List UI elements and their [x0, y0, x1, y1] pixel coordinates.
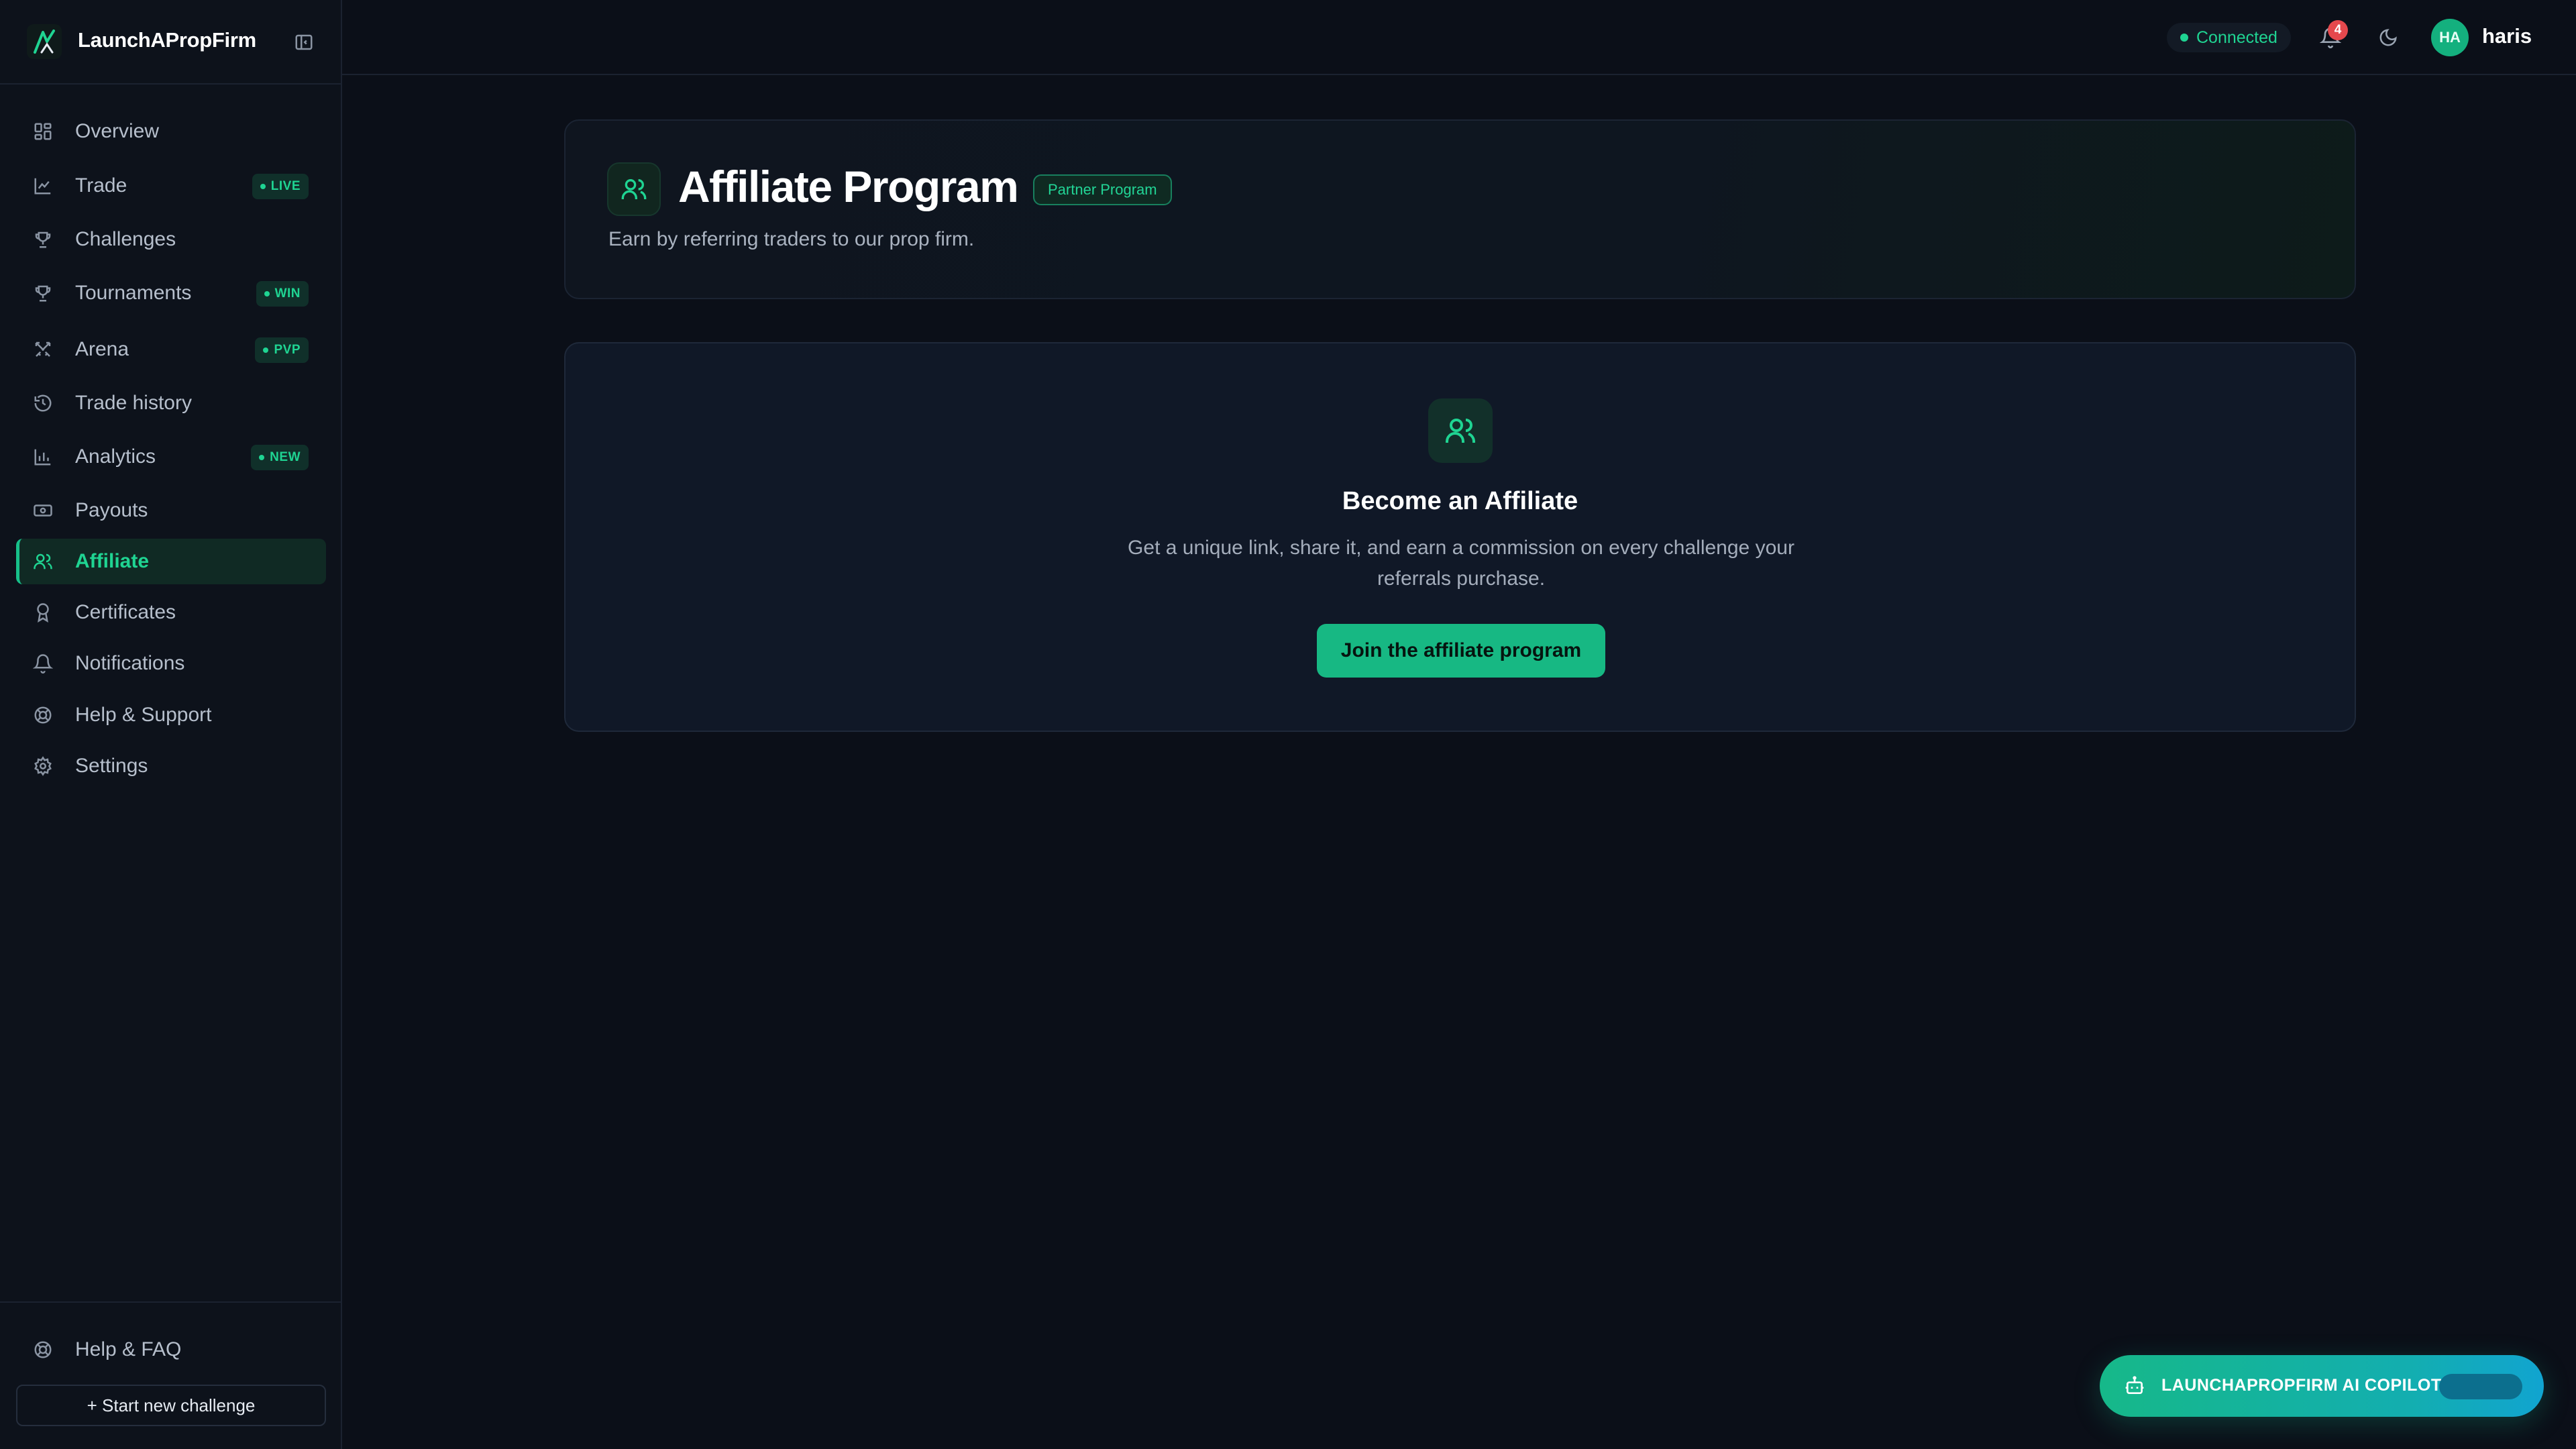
- sidebar-item-label: Analytics: [75, 445, 156, 468]
- sidebar-divider: [0, 1301, 342, 1303]
- award-icon: [32, 602, 54, 623]
- status-dot-icon: [2180, 34, 2188, 42]
- swords-icon: [32, 339, 54, 360]
- username[interactable]: haris: [2482, 24, 2532, 48]
- gear-icon: [32, 755, 54, 777]
- sidebar-item-label: Trade history: [75, 392, 192, 414]
- ai-copilot-label: LAUNCHAPROPFIRM AI COPILOT: [2161, 1376, 2442, 1395]
- sidebar-item-trade-history[interactable]: Trade history: [16, 380, 326, 426]
- connection-status-label: Connected: [2196, 28, 2277, 47]
- trophy-icon: [32, 282, 54, 304]
- history-icon: [32, 392, 54, 414]
- users-icon: [1428, 398, 1493, 463]
- sidebar-item-label: Certificates: [75, 601, 176, 623]
- users-icon: [607, 162, 661, 216]
- live-badge: LIVE: [252, 174, 309, 199]
- brand-name: LaunchAPropFirm: [78, 28, 256, 52]
- lifebuoy-icon: [32, 704, 54, 726]
- new-badge: NEW: [251, 445, 309, 470]
- sidebar-item-help-faq[interactable]: Help & FAQ: [16, 1327, 326, 1373]
- connection-status: Connected: [2167, 23, 2291, 52]
- sidebar-item-label: Challenges: [75, 228, 176, 250]
- app-root: LaunchAPropFirm Overview Trade LIVE Chal…: [0, 0, 2576, 1449]
- sidebar-item-label: Payouts: [75, 499, 148, 521]
- sidebar: LaunchAPropFirm Overview Trade LIVE Chal…: [0, 0, 342, 1449]
- sidebar-item-affiliate[interactable]: Affiliate: [16, 539, 326, 584]
- sidebar-item-analytics[interactable]: Analytics NEW: [16, 434, 326, 480]
- sidebar-item-label: Overview: [75, 120, 160, 142]
- sidebar-item-label: Settings: [75, 755, 148, 777]
- pvp-badge: PVP: [255, 337, 309, 363]
- brand-header: LaunchAPropFirm: [0, 0, 342, 85]
- trophy-icon: [32, 229, 54, 250]
- ai-copilot-button[interactable]: LAUNCHAPROPFIRM AI COPILOT: [2100, 1355, 2544, 1417]
- page-subtitle: Earn by referring traders to our prop fi…: [608, 228, 975, 250]
- partner-program-badge: Partner Program: [1033, 174, 1172, 205]
- sidebar-item-settings[interactable]: Settings: [16, 743, 326, 789]
- users-icon: [32, 551, 54, 572]
- sidebar-item-label: Help & FAQ: [75, 1338, 182, 1360]
- sidebar-item-label: Affiliate: [75, 550, 150, 572]
- sidebar-item-challenges[interactable]: Challenges: [16, 217, 326, 262]
- win-badge: WIN: [256, 281, 309, 307]
- sidebar-item-label: Help & Support: [75, 704, 212, 726]
- sidebar-item-label: Notifications: [75, 652, 185, 674]
- bar-chart-icon: [32, 446, 54, 468]
- banknote-icon: [32, 500, 54, 521]
- sidebar-item-tournaments[interactable]: Tournaments WIN: [16, 270, 326, 316]
- bell-icon: [32, 653, 54, 674]
- grid-icon: [32, 121, 54, 142]
- sidebar-item-help-support[interactable]: Help & Support: [16, 692, 326, 738]
- become-affiliate-title: Become an Affiliate: [1342, 487, 1578, 515]
- page-title: Affiliate Program: [678, 162, 1019, 211]
- become-affiliate-card: Become an Affiliate Get a unique link, s…: [564, 342, 2356, 732]
- notification-count-badge: 4: [2328, 20, 2348, 40]
- sidebar-item-notifications[interactable]: Notifications: [16, 641, 326, 686]
- brand-logo-icon[interactable]: [27, 24, 62, 59]
- theme-toggle-moon-icon[interactable]: [2375, 24, 2402, 51]
- lifebuoy-icon: [32, 1339, 54, 1360]
- sidebar-collapse-icon[interactable]: [292, 31, 315, 54]
- page-header-card: Affiliate Program Partner Program Earn b…: [564, 119, 2356, 299]
- sidebar-item-label: Arena: [75, 338, 129, 360]
- copilot-toggle[interactable]: [2439, 1374, 2522, 1399]
- bot-icon: [2123, 1374, 2147, 1398]
- start-new-challenge-button[interactable]: + Start new challenge: [16, 1385, 326, 1426]
- sidebar-item-arena[interactable]: Arena PVP: [16, 327, 326, 372]
- sidebar-item-certificates[interactable]: Certificates: [16, 590, 326, 635]
- sidebar-item-payouts[interactable]: Payouts: [16, 488, 326, 533]
- sidebar-item-label: Trade: [75, 174, 127, 197]
- sidebar-item-overview[interactable]: Overview: [16, 109, 326, 154]
- become-affiliate-description: Get a unique link, share it, and earn a …: [1128, 537, 1794, 590]
- sidebar-item-trade[interactable]: Trade LIVE: [16, 163, 326, 209]
- chart-line-icon: [32, 175, 54, 197]
- topbar: Connected 4 HA haris: [342, 0, 2576, 75]
- avatar[interactable]: HA: [2431, 19, 2469, 56]
- sidebar-item-label: Tournaments: [75, 282, 192, 304]
- join-affiliate-button[interactable]: Join the affiliate program: [1317, 624, 1605, 678]
